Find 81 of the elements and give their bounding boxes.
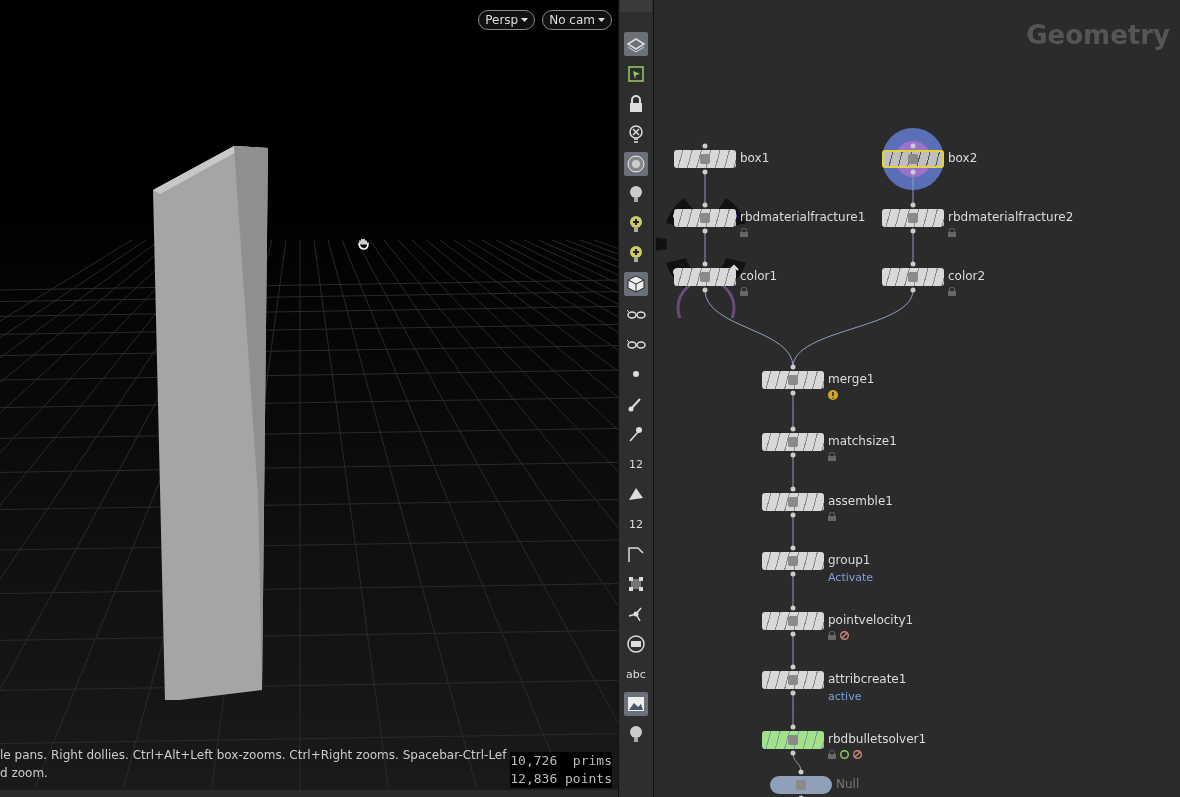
node-name: Null [836,777,860,792]
geometry-stat: 10,726 prims [510,752,612,770]
network-node[interactable] [762,371,824,389]
node-name: merge1 [828,372,875,387]
ghost-icon [626,154,646,174]
toolbar-text-button[interactable]: 12 [624,512,648,536]
network-node[interactable] [882,268,944,286]
lock-icon [740,228,748,237]
node-type-icon [700,213,710,223]
toolbar-layers-button[interactable] [624,32,648,56]
network-node[interactable] [674,150,736,168]
node-type-icon [788,616,798,626]
node-type-icon [908,213,918,223]
network-node[interactable] [762,433,824,451]
camera-menu[interactable]: Persp [478,10,536,30]
lock-icon [828,631,836,640]
network-node[interactable] [882,150,944,168]
toolbar-cube-button[interactable] [624,272,648,296]
node-type-icon [788,375,798,385]
node-name: box1 [740,151,770,166]
node-type-icon [788,556,798,566]
network-node[interactable] [882,209,944,227]
toolbar-image-button[interactable] [624,692,648,716]
lock-icon [828,452,836,461]
node-type-icon [796,780,806,790]
camera-menu[interactable]: No cam [542,10,612,30]
node-type-icon [908,154,918,164]
network-node[interactable] [770,776,832,794]
node-name: pointvelocity1 [828,613,914,628]
lock-icon [828,750,836,759]
bypass-icon [853,750,862,759]
network-node[interactable] [762,731,824,749]
node-name: color1 [740,269,778,284]
bulb-x-icon [626,124,646,144]
network-node[interactable] [674,268,736,286]
node-type-icon [908,272,918,282]
node-comment: active [828,690,863,703]
bypass-icon [840,631,849,640]
node-name: rbdmaterialfracture2 [948,210,1074,225]
network-node[interactable] [762,671,824,689]
node-type-icon [788,735,798,745]
caret-icon [521,18,529,22]
cube-icon [626,274,646,294]
node-type-icon [788,497,798,507]
status-hint: le pans. Right dollies. Ctrl+Alt+Left box-zooms. Ctrl+Right zooms. Spacebar-Ctrl-Lef [0,747,507,764]
node-type-icon [788,675,798,685]
node-name: assemble1 [828,494,893,509]
toolbar-text-button[interactable]: abc [624,662,648,686]
corner-icon [626,544,646,564]
caret-icon [598,18,605,22]
node-name: rbdmaterialfracture1 [740,210,866,225]
network-node[interactable] [762,612,824,630]
network-node[interactable] [762,493,824,511]
node-name: attribcreate1 [828,672,907,687]
lock-icon [948,287,956,296]
network-node[interactable] [762,552,824,570]
lock-icon [740,287,748,296]
node-name: matchsize1 [828,434,897,449]
hand-cursor-icon [358,238,370,250]
lock-icon [948,228,956,237]
network-node[interactable] [674,209,736,227]
toolbar-ghost-button[interactable] [624,152,648,176]
circle-icon [626,634,646,654]
node-type-icon [788,437,798,447]
status-hint: d zoom. [0,765,49,782]
node-name: color2 [948,269,986,284]
node-type-icon [700,272,710,282]
ring-icon [840,750,849,759]
image-icon [626,694,646,714]
node-type-icon [700,154,710,164]
grid-icon [626,574,646,594]
select-icon [626,64,646,84]
lock-icon [828,512,836,521]
toolbar-text-button[interactable]: 12 [624,452,648,476]
geometry-stat: 12,836 points [510,770,612,788]
node-name: rbdbulletsolver1 [828,732,927,747]
toolbar-circle-button[interactable] [624,632,648,656]
node-comment: Activate [828,571,874,584]
warning-icon [828,390,838,400]
node-name: group1 [828,553,872,568]
node-name: box2 [948,151,978,166]
